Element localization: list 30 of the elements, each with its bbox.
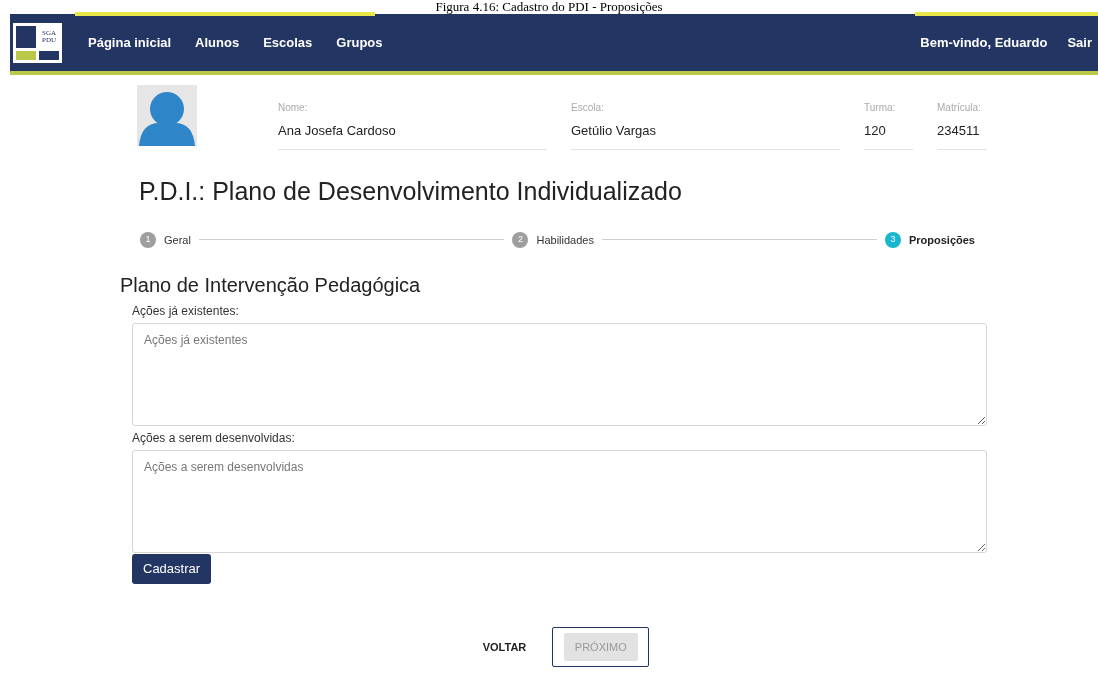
- step[interactable]: 2 Habilidades: [512, 231, 594, 248]
- step[interactable]: 3 Proposições: [884, 231, 975, 248]
- text-area[interactable]: Ações a serem desenvolvidas: [132, 450, 987, 553]
- text-area[interactable]: Ações já existentes: [132, 323, 987, 426]
- page-title: P.D.I.: Plano de Desenvolvimento Individualizado: [139, 175, 683, 206]
- nav-link[interactable]: Escolas: [263, 32, 313, 53]
- step[interactable]: 1 Geral: [140, 231, 191, 248]
- nav-link[interactable]: Grupos: [336, 32, 383, 53]
- logout-link[interactable]: Sair: [1067, 32, 1092, 53]
- figure-caption: Figura 4.16: Cadastro do PDI - Proposições: [435, 0, 663, 14]
- field-value: 120: [864, 122, 887, 140]
- field-label: Turma:: [864, 101, 897, 115]
- field-value: Ana Josefa Cardoso: [278, 122, 397, 140]
- nav-link[interactable]: Alunos: [195, 32, 240, 53]
- step-number: 2: [512, 231, 529, 248]
- field-label: Ações já existentes:: [132, 303, 240, 320]
- welcome-text: Bem-vindo, Eduardo: [920, 33, 1048, 52]
- step-number: 3: [884, 231, 901, 248]
- step-number: 1: [140, 231, 156, 248]
- section-heading: Plano de Intervenção Pedagógica: [120, 273, 422, 297]
- field-label: Nome:: [278, 101, 309, 115]
- field-label: Matrícula:: [937, 101, 982, 115]
- field-value: 234511: [937, 122, 981, 140]
- back-button[interactable]: VOLTAR: [480, 638, 529, 656]
- submit-button[interactable]: Cadastrar: [132, 554, 212, 584]
- field-value: Getúlio Vargas: [571, 122, 658, 140]
- nav-link[interactable]: Página inicial: [88, 32, 172, 53]
- avatar: [137, 85, 197, 146]
- field-label: Ações a serem desenvolvidas:: [132, 430, 296, 447]
- field-label: Escola:: [571, 101, 605, 115]
